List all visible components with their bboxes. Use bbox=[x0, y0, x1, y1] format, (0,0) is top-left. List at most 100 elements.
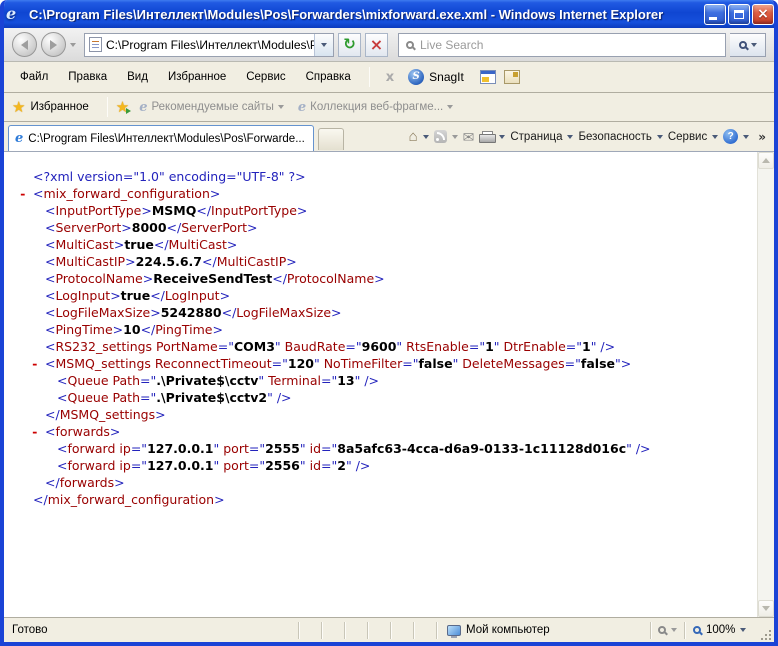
minimize-button[interactable] bbox=[704, 4, 726, 25]
xml-markup: > bbox=[114, 237, 124, 252]
address-dropdown-button[interactable] bbox=[314, 34, 333, 56]
xml-value: 9600 bbox=[362, 339, 397, 354]
read-mail-icon[interactable] bbox=[463, 130, 475, 144]
xml-value: 120 bbox=[288, 356, 314, 371]
new-tab-button[interactable] bbox=[318, 128, 344, 150]
xml-value: MSMQ bbox=[152, 203, 197, 218]
xml-markup: > bbox=[214, 492, 224, 507]
safety-menu-dropdown[interactable] bbox=[657, 135, 663, 139]
ie-logo-icon bbox=[6, 5, 24, 23]
address-text[interactable]: C:\Program Files\Интеллект\Modules\Pos\F… bbox=[106, 38, 314, 52]
security-report-icon bbox=[658, 626, 666, 634]
search-input[interactable] bbox=[420, 35, 725, 55]
stop-button[interactable]: × bbox=[365, 33, 388, 57]
rss-feeds-icon[interactable] bbox=[434, 130, 447, 143]
home-icon[interactable] bbox=[409, 129, 418, 144]
tab-active[interactable]: C:\Program Files\Интеллект\Modules\Pos\F… bbox=[8, 125, 314, 151]
safety-menu-button[interactable]: Безопасность bbox=[578, 131, 651, 143]
snagit-capture-window-icon[interactable] bbox=[480, 70, 496, 84]
help-dropdown[interactable] bbox=[743, 135, 749, 139]
menu-tools[interactable]: Сервис bbox=[236, 67, 295, 87]
snagit-close-icon[interactable]: x bbox=[378, 71, 402, 84]
web-slices-item[interactable]: Коллекция веб-фрагме... bbox=[310, 101, 443, 113]
xml-markup: " /> bbox=[346, 458, 370, 473]
resize-grip[interactable] bbox=[760, 618, 774, 643]
snagit-profile-icon[interactable] bbox=[504, 70, 520, 84]
add-favorite-icon[interactable] bbox=[116, 100, 131, 115]
xml-markup: " bbox=[300, 441, 310, 456]
xml-markup: =" bbox=[140, 390, 156, 405]
xml-line: <RS232_settings PortName="COM3" BaudRate… bbox=[4, 338, 757, 355]
print-icon[interactable] bbox=[479, 131, 494, 143]
snagit-button[interactable]: SnagIt bbox=[402, 69, 470, 85]
search-go-button[interactable] bbox=[730, 33, 766, 57]
xml-name: port bbox=[223, 441, 249, 456]
navigation-bar: C:\Program Files\Интеллект\Modules\Pos\F… bbox=[4, 28, 774, 62]
menu-edit[interactable]: Правка bbox=[58, 67, 117, 87]
xml-markup: > bbox=[286, 254, 296, 269]
menu-help[interactable]: Справка bbox=[296, 67, 361, 87]
status-segment bbox=[321, 622, 344, 639]
collapse-toggle[interactable]: - bbox=[31, 423, 45, 440]
window-title: C:\Program Files\Интеллект\Modules\Pos\F… bbox=[29, 7, 698, 22]
menu-view[interactable]: Вид bbox=[117, 67, 158, 87]
help-icon[interactable] bbox=[723, 129, 738, 144]
security-report-button[interactable] bbox=[650, 622, 684, 639]
refresh-button[interactable]: ↻ bbox=[338, 33, 361, 57]
toolbar-overflow-chevron[interactable] bbox=[758, 129, 766, 143]
search-box[interactable] bbox=[398, 33, 726, 57]
minimize-icon bbox=[709, 17, 717, 20]
tools-menu-button[interactable]: Сервис bbox=[668, 131, 707, 143]
forward-button[interactable] bbox=[41, 32, 66, 57]
search-options-dropdown[interactable] bbox=[751, 43, 757, 47]
rss-dropdown[interactable] bbox=[452, 135, 458, 139]
print-dropdown[interactable] bbox=[499, 135, 505, 139]
collapse-toggle[interactable]: - bbox=[19, 185, 33, 202]
zoom-control[interactable]: 100% bbox=[684, 622, 760, 639]
suggested-sites-dropdown[interactable] bbox=[278, 105, 284, 109]
xml-value: 127.0.0.1 bbox=[147, 458, 213, 473]
status-segment bbox=[344, 622, 367, 639]
maximize-button[interactable] bbox=[728, 4, 750, 25]
recent-pages-dropdown[interactable] bbox=[70, 43, 76, 47]
xml-value: false bbox=[418, 356, 452, 371]
xml-name: forwards bbox=[55, 424, 109, 439]
close-button[interactable]: × bbox=[752, 4, 774, 25]
xml-markup: > bbox=[110, 288, 120, 303]
xml-name: LogInput bbox=[55, 288, 110, 303]
vertical-scrollbar[interactable] bbox=[757, 152, 774, 617]
xml-name: MultiCastIP bbox=[55, 254, 125, 269]
xml-markup: > bbox=[143, 271, 153, 286]
xml-value: ReceiveSendTest bbox=[153, 271, 272, 286]
xml-markup: < bbox=[45, 356, 55, 371]
xml-markup: =" bbox=[272, 356, 288, 371]
status-bar: Готово Мой компьютер 100% bbox=[4, 617, 774, 642]
xml-value: 1 bbox=[485, 339, 494, 354]
page-menu-dropdown[interactable] bbox=[567, 135, 573, 139]
status-segment bbox=[390, 622, 413, 639]
security-zone-segment: Мой компьютер bbox=[436, 622, 650, 639]
title-bar[interactable]: C:\Program Files\Интеллект\Modules\Pos\F… bbox=[0, 0, 778, 28]
xml-markup: " bbox=[453, 356, 463, 371]
menu-favorites[interactable]: Избранное bbox=[158, 67, 236, 87]
tools-menu-dropdown[interactable] bbox=[712, 135, 718, 139]
web-slices-dropdown[interactable] bbox=[447, 105, 453, 109]
xml-name: RS232_settings bbox=[55, 339, 152, 354]
security-report-dropdown[interactable] bbox=[671, 628, 677, 632]
suggested-sites-item[interactable]: Рекомендуемые сайты bbox=[151, 101, 273, 113]
scroll-up-button[interactable] bbox=[758, 152, 774, 169]
menu-file[interactable]: Файл bbox=[10, 67, 58, 87]
back-button[interactable] bbox=[12, 32, 37, 57]
address-bar[interactable]: C:\Program Files\Интеллект\Modules\Pos\F… bbox=[84, 33, 334, 57]
zoom-dropdown[interactable] bbox=[740, 628, 746, 632]
xml-markup: =" bbox=[321, 458, 337, 473]
favorites-star-icon[interactable] bbox=[12, 100, 25, 115]
home-dropdown[interactable] bbox=[423, 135, 429, 139]
collapse-toggle[interactable]: - bbox=[31, 355, 45, 372]
page-menu-button[interactable]: Страница bbox=[510, 131, 562, 143]
scroll-down-button[interactable] bbox=[758, 600, 774, 617]
xml-markup: > bbox=[150, 305, 160, 320]
xml-line: <MultiCastIP>224.5.6.7</MultiCastIP> bbox=[4, 253, 757, 270]
xml-markup: < bbox=[45, 271, 55, 286]
favorites-button[interactable]: Избранное bbox=[30, 101, 88, 113]
